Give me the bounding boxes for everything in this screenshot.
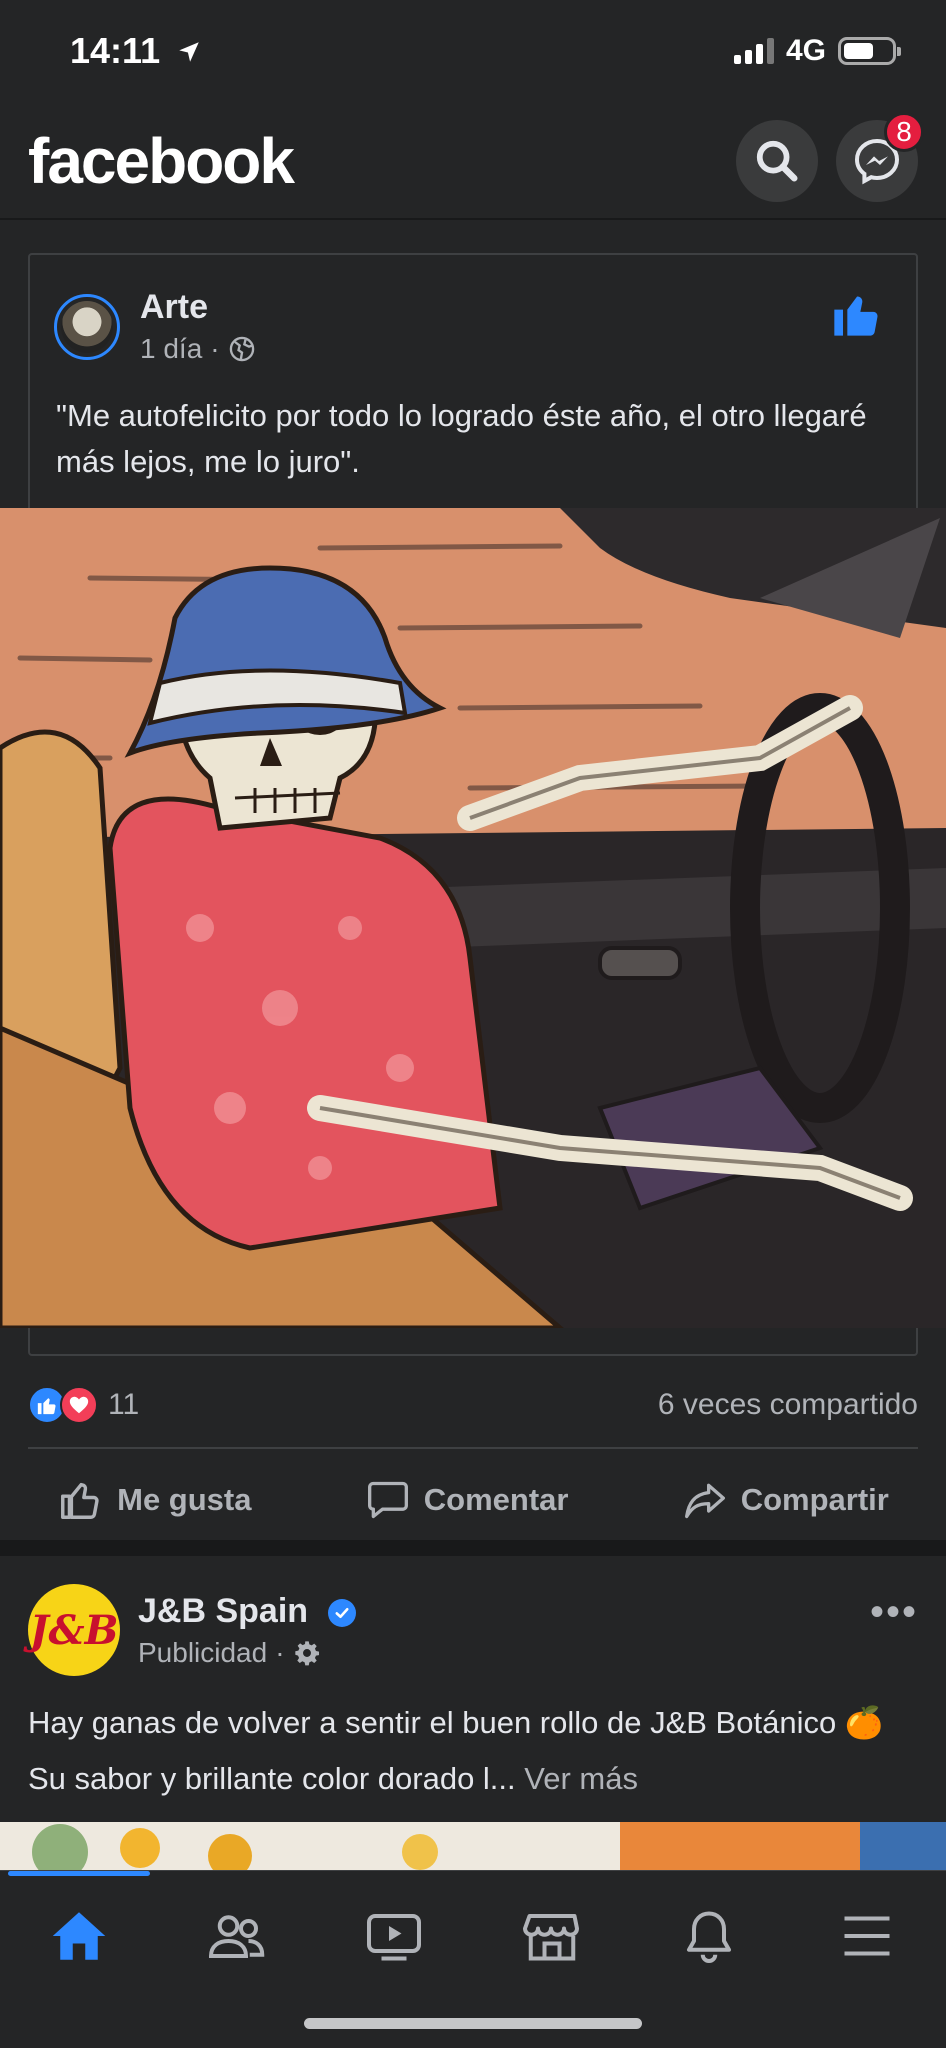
ad-image[interactable]	[0, 1822, 946, 1870]
search-button[interactable]	[736, 120, 818, 202]
post-author-name[interactable]: Arte	[140, 288, 256, 327]
comment-button[interactable]: Comentar	[366, 1478, 568, 1522]
bell-icon	[687, 1911, 732, 1963]
post-image[interactable]	[0, 508, 946, 1328]
ad-author-row: J&B J&B Spain Publicidad ·	[28, 1584, 356, 1676]
search-icon	[756, 140, 798, 182]
sponsored-label[interactable]: Publicidad	[138, 1637, 267, 1669]
tab-friends[interactable]	[196, 1901, 276, 1971]
tab-marketplace[interactable]	[512, 1901, 592, 1971]
share-arrow-icon	[684, 1483, 725, 1519]
ad-text: Hay ganas de volver a sentir el buen rol…	[28, 1705, 884, 1796]
location-arrow-icon	[179, 42, 199, 62]
messenger-badge: 8	[884, 112, 924, 152]
gear-icon	[294, 1640, 319, 1665]
thumbs-up-icon	[61, 1482, 99, 1519]
share-count[interactable]: 6 veces compartido	[658, 1388, 918, 1422]
marketplace-icon	[522, 1914, 579, 1961]
hamburger-menu-icon	[844, 1916, 890, 1956]
app-header: facebook 8	[0, 108, 946, 220]
ad-page-name[interactable]: J&B Spain	[138, 1592, 308, 1630]
signal-strength-icon	[733, 38, 774, 64]
home-indicator[interactable]	[304, 2018, 642, 2029]
video-icon	[367, 1914, 422, 1961]
post-actions: Me gusta Comentar Compartir	[0, 1460, 946, 1540]
status-time: 14:11	[70, 30, 202, 72]
friends-icon	[209, 1915, 265, 1958]
share-button[interactable]: Compartir	[683, 1478, 889, 1522]
reactions-row: 11 6 veces compartido	[28, 1380, 918, 1430]
feed-separator	[0, 1540, 946, 1556]
love-reaction-icon	[60, 1386, 98, 1424]
reaction-count: 11	[108, 1388, 140, 1421]
active-tab-indicator	[8, 1871, 150, 1876]
like-page-icon[interactable]	[830, 288, 882, 340]
tab-notifications[interactable]	[669, 1901, 749, 1971]
divider	[28, 1447, 918, 1449]
globe-icon	[229, 336, 254, 362]
post-time[interactable]: 1 día	[140, 333, 202, 365]
like-button[interactable]: Me gusta	[57, 1477, 251, 1523]
post-author-row: Arte 1 día ·	[54, 288, 256, 365]
tab-watch[interactable]	[354, 1901, 434, 1971]
post-text: "Me autofelicito por todo lo logrado ést…	[56, 398, 867, 479]
messenger-button[interactable]: 8	[836, 112, 924, 202]
tab-home[interactable]	[39, 1901, 119, 1971]
network-type: 4G	[785, 34, 826, 67]
skeleton-driving-illustration	[0, 508, 946, 1328]
battery-icon	[838, 37, 901, 65]
more-options-button[interactable]: •••	[870, 1590, 918, 1635]
status-bar: 14:11 4G	[0, 0, 946, 108]
verified-badge-icon	[327, 1598, 356, 1627]
avatar[interactable]	[54, 293, 120, 360]
comment-icon	[367, 1481, 408, 1519]
reaction-summary[interactable]: 11	[28, 1386, 139, 1424]
see-more-link[interactable]: Ver más	[524, 1761, 638, 1796]
facebook-logo: facebook	[28, 125, 295, 197]
tab-menu[interactable]	[827, 1901, 907, 1971]
home-icon	[52, 1912, 106, 1960]
ad-avatar[interactable]: J&B	[28, 1584, 120, 1676]
